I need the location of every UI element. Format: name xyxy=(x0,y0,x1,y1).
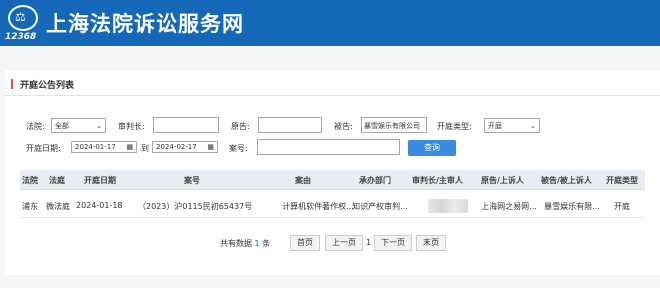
logo-number: 12368 xyxy=(5,32,37,42)
cell-case-no[interactable]: （2023）沪0115民初65437号 xyxy=(138,201,252,212)
cell-room: 微法庭 xyxy=(46,202,70,211)
total-records: 共有数据 1 条 xyxy=(220,238,270,249)
date-from-input[interactable]: 2024-01-17 ▦ xyxy=(71,141,137,153)
gavel-icon: ⚖ xyxy=(15,10,26,24)
case-number-input[interactable] xyxy=(257,139,400,155)
date-to-value: 2024-02-17 xyxy=(156,143,197,151)
column-header-defendant: 被告/被上诉人 xyxy=(541,176,592,185)
plaintiff-input[interactable] xyxy=(258,117,322,133)
cell-plaintiff: 上海网之易网... xyxy=(481,202,537,211)
site-header: ⚖ 12368 上海法院诉讼服务网 xyxy=(0,0,660,46)
next-page-button[interactable]: 下一页 xyxy=(374,235,412,251)
chevron-down-icon: ⌄ xyxy=(530,122,536,130)
cell-dept: 知识产权审判... xyxy=(352,202,408,211)
title-accent-bar xyxy=(11,79,13,89)
total-suffix: 条 xyxy=(262,239,271,248)
prev-page-button[interactable]: 上一页 xyxy=(325,235,363,251)
site-title: 上海法院诉讼服务网 xyxy=(46,12,244,36)
plaintiff-label: 原告: xyxy=(231,122,250,131)
table-row[interactable]: 浦东 微法庭 2024-01-18 （2023）沪0115民初65437号 计算… xyxy=(20,194,645,218)
cell-date: 2024-01-18 xyxy=(76,201,123,210)
column-header-case-no: 案号 xyxy=(184,176,200,185)
table-header: 法院 法庭 开庭日期 案号 案由 承办部门 审判长/主审人 原告/上诉人 被告/… xyxy=(20,170,645,190)
column-header-date: 开庭日期 xyxy=(84,176,116,185)
case-number-label: 案号: xyxy=(229,144,248,153)
chevron-down-icon: ⌄ xyxy=(96,122,102,130)
cell-defendant: 暴雪娱乐有限... xyxy=(544,202,600,211)
date-from-value: 2024-01-17 xyxy=(75,143,116,151)
calendar-icon[interactable]: ▦ xyxy=(126,143,133,151)
panel-header: 开庭公告列表 xyxy=(5,70,660,96)
column-header-court: 法院 xyxy=(22,176,38,185)
hearing-type-select[interactable]: 开庭 ⌄ xyxy=(484,118,540,133)
panel-title: 开庭公告列表 xyxy=(20,81,75,91)
court-select-value: 全部 xyxy=(55,122,69,130)
column-header-room: 法庭 xyxy=(49,176,65,185)
judge-input[interactable] xyxy=(153,117,219,133)
column-header-cause: 案由 xyxy=(295,176,311,185)
date-to-input[interactable]: 2024-02-17 ▦ xyxy=(152,141,218,153)
total-prefix: 共有数据 xyxy=(220,239,252,248)
calendar-icon[interactable]: ▦ xyxy=(207,143,214,151)
current-page: 1 xyxy=(366,238,372,247)
defendant-label: 被告: xyxy=(334,122,353,131)
column-header-type: 开庭类型 xyxy=(606,176,638,185)
cell-cause: 计算机软件著作权... xyxy=(282,202,354,211)
column-header-judge: 审判长/主审人 xyxy=(412,176,463,185)
court-logo[interactable]: ⚖ 12368 xyxy=(5,5,43,43)
query-button[interactable]: 查询 xyxy=(408,140,456,156)
defendant-input[interactable]: 暴雪娱乐有限公司 xyxy=(361,117,427,133)
last-page-button[interactable]: 末页 xyxy=(416,235,446,251)
column-header-plaintiff: 原告/上诉人 xyxy=(481,176,524,185)
judge-label: 审判长: xyxy=(118,122,145,131)
hearing-type-value: 开庭 xyxy=(488,122,502,130)
first-page-button[interactable]: 首页 xyxy=(290,235,320,251)
date-to-label: 到 xyxy=(141,144,149,153)
column-header-dept: 承办部门 xyxy=(359,176,391,185)
court-select[interactable]: 全部 ⌄ xyxy=(51,118,106,133)
date-label: 开庭日期: xyxy=(26,144,61,153)
cell-court: 浦东 xyxy=(22,202,38,211)
hearing-type-label: 开庭类型: xyxy=(437,122,472,131)
court-label: 法院: xyxy=(26,122,45,131)
cell-type: 开庭 xyxy=(614,202,630,211)
redacted-judge-name xyxy=(428,199,468,213)
total-count: 1 xyxy=(254,239,260,248)
